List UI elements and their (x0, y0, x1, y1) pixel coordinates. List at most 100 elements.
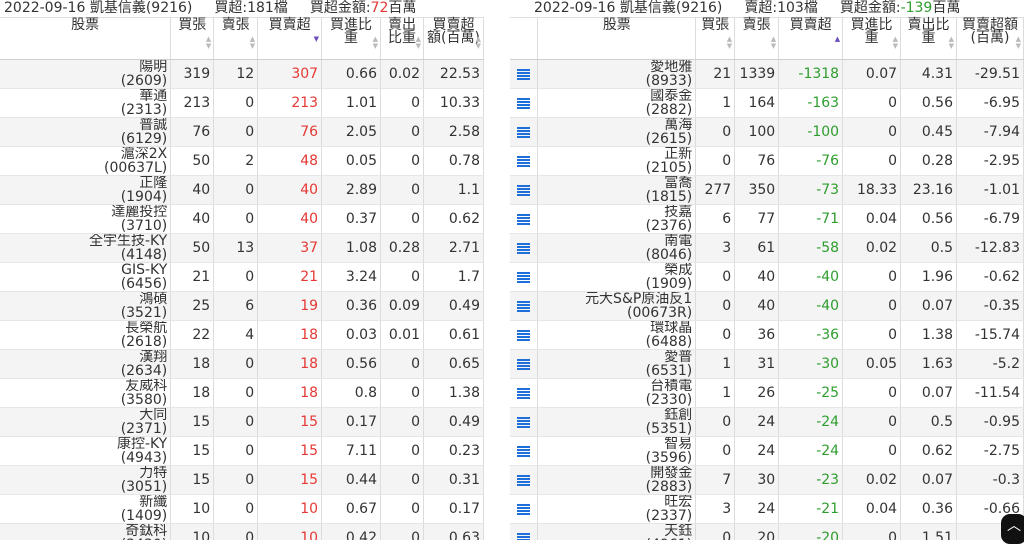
row-menu-cell[interactable] (510, 407, 539, 437)
row-menu-cell[interactable] (510, 320, 539, 350)
col-buy-ratio[interactable]: 買進比重 ▲ ▼ (321, 17, 381, 60)
stock-name[interactable]: 力特 (3, 466, 167, 480)
list-icon[interactable] (517, 387, 531, 400)
list-icon[interactable] (517, 474, 531, 487)
stock-cell[interactable]: 新纖 (1409) (0, 494, 172, 524)
stock-name[interactable]: 愛地雅 (541, 60, 692, 74)
list-icon[interactable] (517, 416, 531, 429)
stock-cell[interactable]: 萬海 (2615) (537, 117, 697, 147)
table-row[interactable]: 長榮航 (2618) 22 4 18 0.03 0.01 0.61 (0, 320, 484, 350)
list-icon[interactable] (517, 155, 531, 168)
table-row[interactable]: 正新 (2105) 0 76 -76 0 0.28 -2.95 (510, 146, 1024, 176)
stock-name[interactable]: 台積電 (541, 379, 692, 393)
stock-name[interactable]: 華通 (3, 89, 167, 103)
stock-name[interactable]: 正新 (541, 147, 692, 161)
list-icon[interactable] (517, 68, 531, 81)
col-net[interactable]: 買賣超 ▲ (778, 17, 844, 60)
stock-cell[interactable]: 鴻碩 (3521) (0, 291, 172, 321)
table-row[interactable]: 愛普 (6531) 1 31 -30 0.05 1.63 -5.2 (510, 349, 1024, 379)
col-sell-ratio[interactable]: 賣出比重 ▲ ▼ (900, 17, 957, 60)
table-row[interactable]: 陽明 (2609) 319 12 307 0.66 0.02 22.53 (0, 59, 484, 89)
table-row[interactable]: 萬海 (2615) 0 100 -100 0 0.45 -7.94 (510, 117, 1024, 147)
col-buy-ratio[interactable]: 買進比重 ▲ ▼ (842, 17, 902, 60)
stock-cell[interactable]: 開發金 (2883) (537, 465, 697, 495)
table-row[interactable]: 鴻碩 (3521) 25 6 19 0.36 0.09 0.49 (0, 291, 484, 321)
row-menu-cell[interactable] (510, 59, 539, 89)
list-icon[interactable] (517, 213, 531, 226)
row-menu-cell[interactable] (510, 233, 539, 263)
stock-cell[interactable]: 滬深2X (00637L) (0, 146, 172, 176)
list-icon[interactable] (517, 97, 531, 110)
stock-cell[interactable]: 環球晶 (6488) (537, 320, 697, 350)
stock-cell[interactable]: 愛普 (6531) (537, 349, 697, 379)
stock-name[interactable]: 開發金 (541, 466, 692, 480)
row-menu-cell[interactable] (510, 146, 539, 176)
row-menu-cell[interactable] (510, 349, 539, 379)
table-row[interactable]: 環球晶 (6488) 0 36 -36 0 1.38 -15.74 (510, 320, 1024, 350)
stock-name[interactable]: 奇鈦科 (3, 524, 167, 538)
stock-cell[interactable]: 華通 (2313) (0, 88, 172, 118)
table-row[interactable]: 康控-KY (4943) 15 0 15 7.11 0 0.23 (0, 436, 484, 466)
table-row[interactable]: 達麗投控 (3710) 40 0 40 0.37 0 0.62 (0, 204, 484, 234)
col-net[interactable]: 買賣超 ▼ (257, 17, 323, 60)
stock-name[interactable]: 智易 (541, 437, 692, 451)
table-row[interactable]: 榮成 (1909) 0 40 -40 0 1.96 -0.62 (510, 262, 1024, 292)
stock-cell[interactable]: 達麗投控 (3710) (0, 204, 172, 234)
stock-cell[interactable]: 友威科 (3580) (0, 378, 172, 408)
stock-name[interactable]: GIS-KY (3, 263, 167, 277)
row-menu-cell[interactable] (510, 378, 539, 408)
stock-name[interactable]: 康控-KY (3, 437, 167, 451)
row-menu-cell[interactable] (510, 262, 539, 292)
row-menu-cell[interactable] (510, 523, 539, 540)
table-row[interactable]: 滬深2X (00637L) 50 2 48 0.05 0 0.78 (0, 146, 484, 176)
list-icon[interactable] (517, 503, 531, 516)
stock-name[interactable]: 榮成 (541, 263, 692, 277)
stock-cell[interactable]: 南電 (8046) (537, 233, 697, 263)
table-row[interactable]: 漢翔 (2634) 18 0 18 0.56 0 0.65 (0, 349, 484, 379)
table-row[interactable]: 奇鈦科(3430)100100.4200.63 (0, 523, 484, 540)
table-row[interactable]: 華通 (2313) 213 0 213 1.01 0 10.33 (0, 88, 484, 118)
table-row[interactable]: 新纖 (1409) 10 0 10 0.67 0 0.17 (0, 494, 484, 524)
row-menu-cell[interactable] (510, 436, 539, 466)
table-row[interactable]: 國泰金 (2882) 1 164 -163 0 0.56 -6.95 (510, 88, 1024, 118)
stock-cell[interactable]: 奇鈦科(3430) (0, 523, 172, 540)
table-row[interactable]: 愛地雅 (8933) 21 1339 -1318 0.07 4.31 -29.51 (510, 59, 1024, 89)
table-row[interactable]: 正隆 (1904) 40 0 40 2.89 0 1.1 (0, 175, 484, 205)
stock-cell[interactable]: 榮成 (1909) (537, 262, 697, 292)
stock-name[interactable]: 滬深2X (3, 147, 168, 161)
table-row[interactable]: 智易 (3596) 0 24 -24 0 0.62 -2.75 (510, 436, 1024, 466)
stock-cell[interactable]: 旺宏 (2337) (537, 494, 697, 524)
row-menu-cell[interactable] (510, 291, 539, 321)
stock-cell[interactable]: 富喬 (1815) (537, 175, 697, 205)
stock-name[interactable]: 萬海 (541, 118, 692, 132)
table-row[interactable]: 普誠 (6129) 76 0 76 2.05 0 2.58 (0, 117, 484, 147)
stock-name[interactable]: 友威科 (3, 379, 167, 393)
stock-cell[interactable]: 智易 (3596) (537, 436, 697, 466)
stock-name[interactable]: 鈺創 (541, 408, 692, 422)
row-menu-cell[interactable] (510, 465, 539, 495)
table-row[interactable]: 開發金 (2883) 7 30 -23 0.02 0.07 -0.3 (510, 465, 1024, 495)
list-icon[interactable] (517, 271, 531, 284)
stock-cell[interactable]: 國泰金 (2882) (537, 88, 697, 118)
stock-name[interactable]: 環球晶 (541, 321, 692, 335)
col-buy[interactable]: 買張 ▲ ▼ (170, 17, 215, 60)
stock-cell[interactable]: 陽明 (2609) (0, 59, 172, 89)
table-row[interactable]: 友威科 (3580) 18 0 18 0.8 0 1.38 (0, 378, 484, 408)
row-menu-cell[interactable] (510, 204, 539, 234)
stock-cell[interactable]: 正隆 (1904) (0, 175, 172, 205)
stock-cell[interactable]: 技嘉 (2376) (537, 204, 697, 234)
stock-cell[interactable]: 元大S&P原油反1 (00673R) (537, 291, 697, 321)
col-stock[interactable]: 股票 (537, 17, 697, 60)
stock-name[interactable]: 正隆 (3, 176, 167, 190)
list-icon[interactable] (517, 329, 531, 342)
col-amount[interactable]: 買賣超額(百萬) ▲ ▼ (423, 17, 484, 60)
stock-name[interactable]: 新纖 (3, 495, 167, 509)
stock-name[interactable]: 鴻碩 (3, 292, 167, 306)
list-icon[interactable] (517, 445, 531, 458)
table-row[interactable]: 元大S&P原油反1 (00673R) 0 40 -40 0 0.07 -0.35 (510, 291, 1024, 321)
table-row[interactable]: 旺宏 (2337) 3 24 -21 0.04 0.36 -0.66 (510, 494, 1024, 524)
col-buy[interactable]: 買張 ▲ ▼ (695, 17, 736, 60)
stock-cell[interactable]: 長榮航 (2618) (0, 320, 172, 350)
stock-cell[interactable]: 天鈺(4961) (537, 523, 697, 540)
stock-name[interactable]: 漢翔 (3, 350, 167, 364)
